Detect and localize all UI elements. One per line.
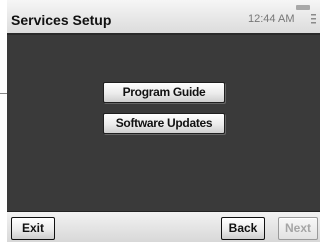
clock-time: 12:44 AM xyxy=(248,13,295,25)
menu-lines-icon xyxy=(296,5,316,24)
page-title: Services Setup xyxy=(11,12,112,28)
main-content: Program Guide Software Updates xyxy=(7,35,320,211)
device-screen: Services Setup 12:44 AM Program Guide So… xyxy=(7,0,320,242)
exit-button[interactable]: Exit xyxy=(11,217,55,240)
program-guide-button[interactable]: Program Guide xyxy=(103,82,225,103)
screenshot-page: Services Setup 12:44 AM Program Guide So… xyxy=(0,0,320,242)
bottom-bar: Exit Back Next xyxy=(7,211,320,242)
next-button[interactable]: Next xyxy=(278,217,318,240)
software-updates-button[interactable]: Software Updates xyxy=(103,113,225,134)
callout-line xyxy=(0,93,7,94)
back-button[interactable]: Back xyxy=(221,217,265,240)
title-bar: Services Setup 12:44 AM xyxy=(7,0,320,35)
